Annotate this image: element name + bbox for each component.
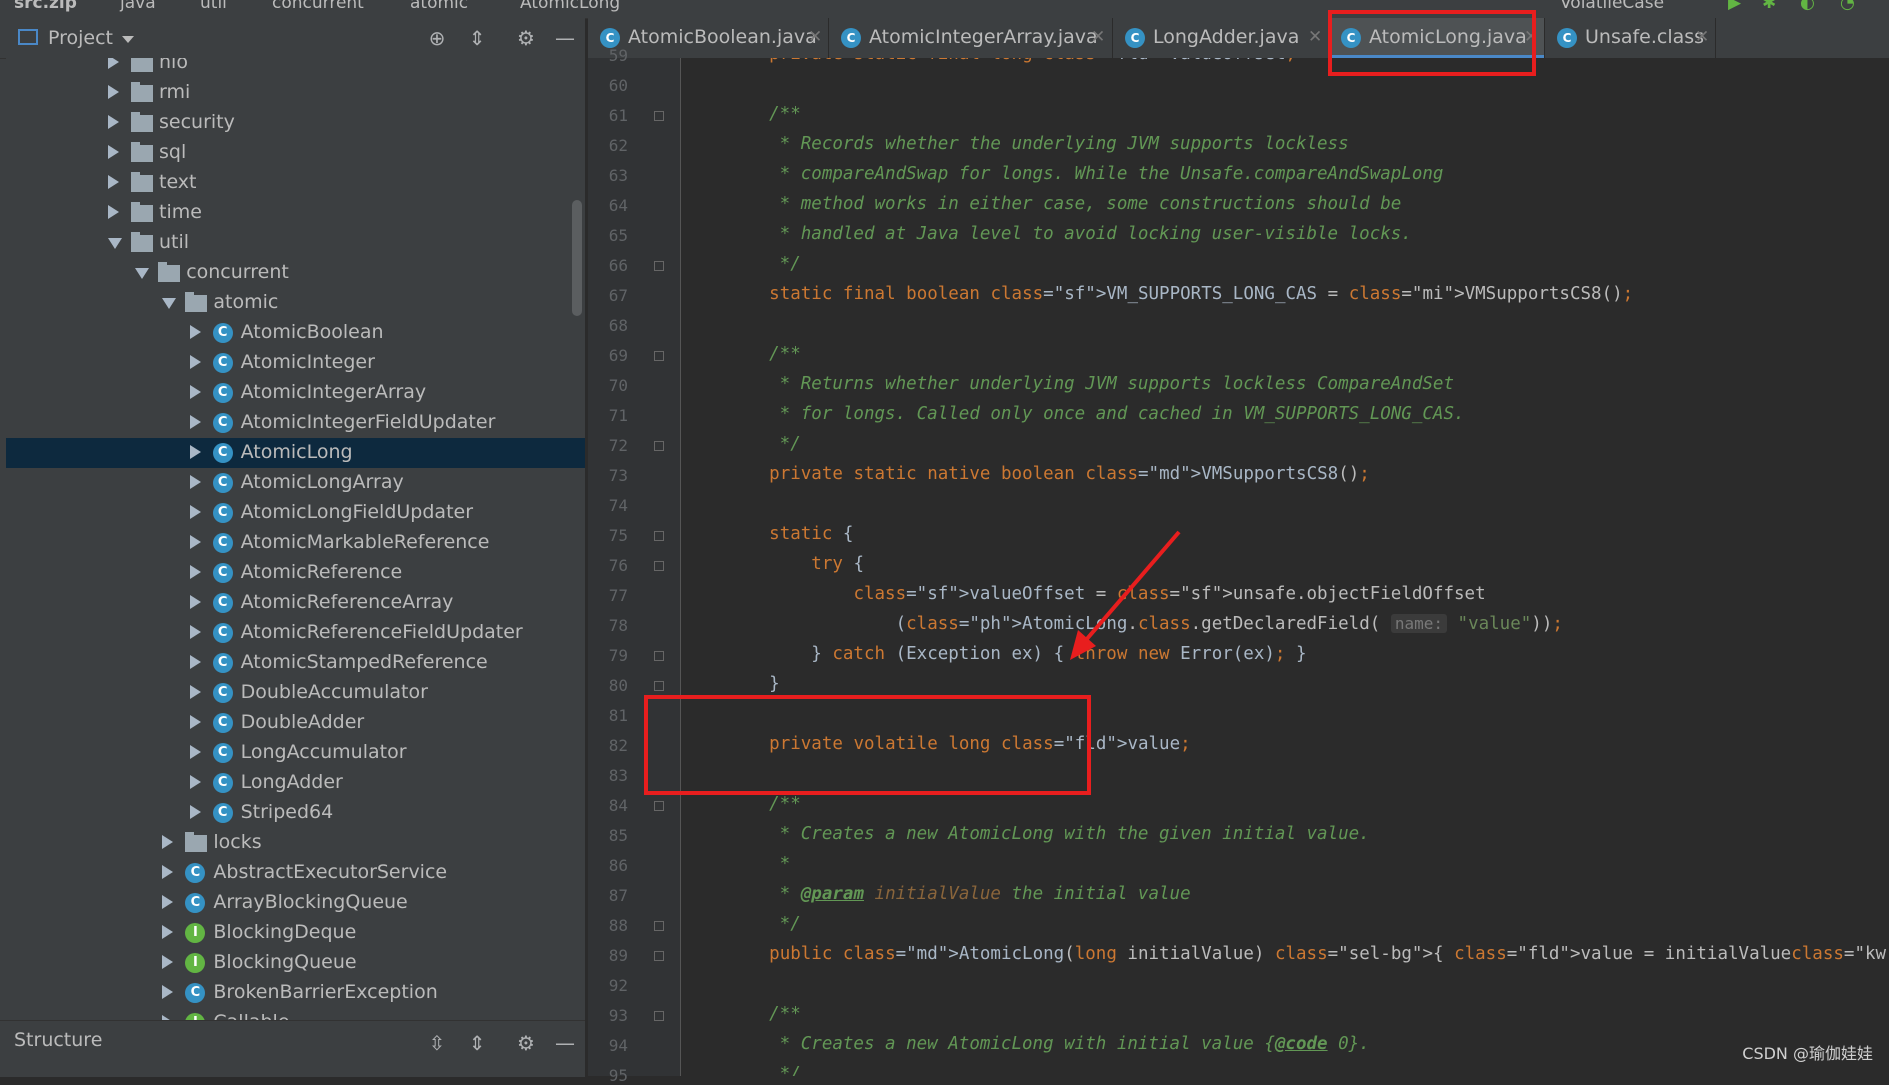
annotation-arrow — [1070, 530, 1181, 660]
arrow-shaft — [1084, 530, 1181, 642]
watermark: CSDN @瑜伽娃娃 — [1742, 1044, 1873, 1063]
